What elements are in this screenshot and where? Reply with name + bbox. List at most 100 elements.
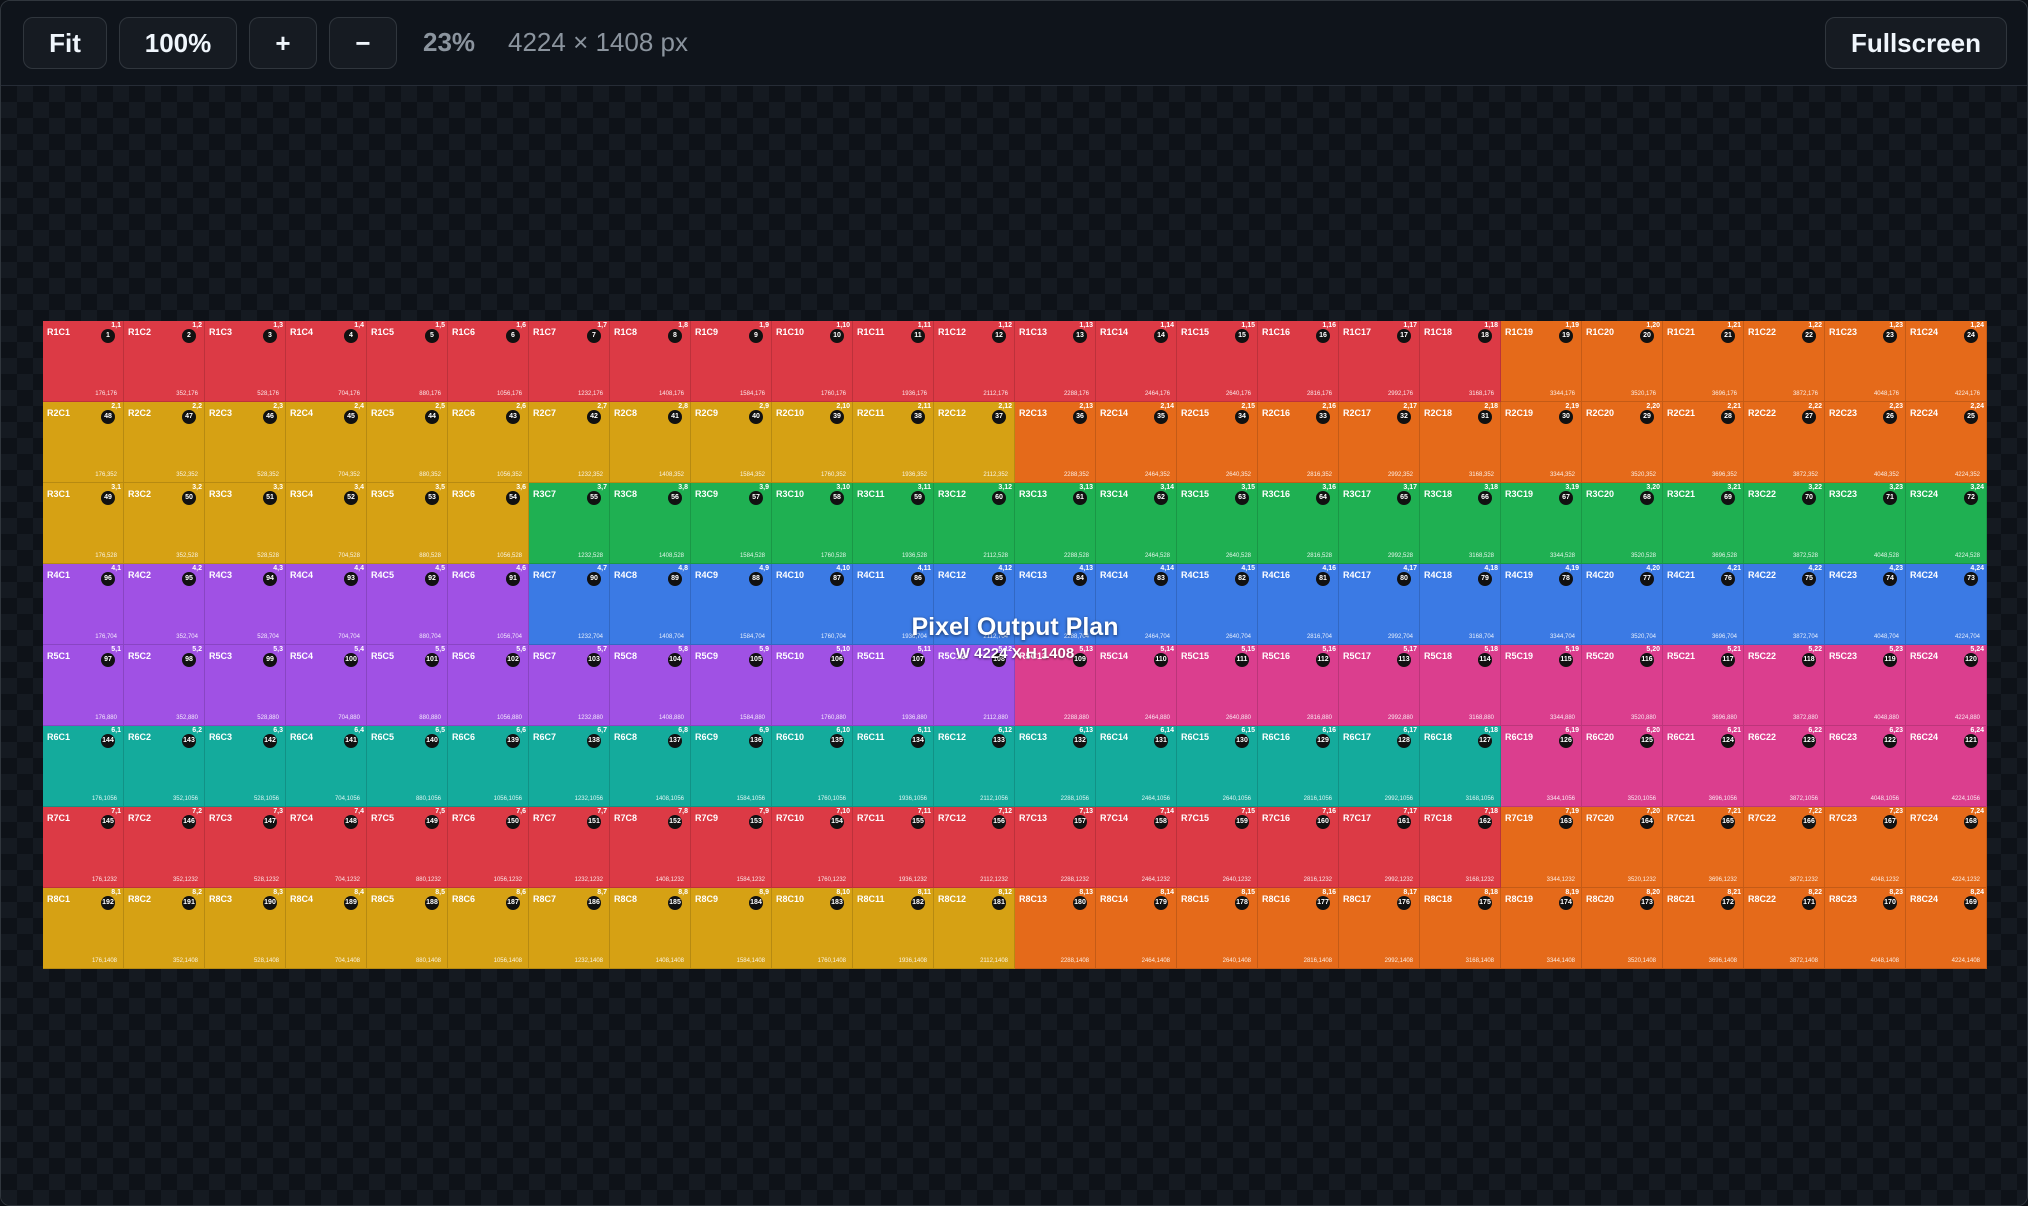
- grid-tile: R3C4 3,4 52 704,528: [286, 483, 367, 564]
- grid-tile: R2C14 2,14 35 2464,352: [1096, 402, 1177, 483]
- tile-index: 7,3: [273, 808, 283, 815]
- fullscreen-button[interactable]: Fullscreen: [1825, 17, 2007, 69]
- tile-id: R7C7: [533, 813, 557, 823]
- grid-tile: R6C14 6,14 131 2464,1056: [1096, 726, 1177, 807]
- tile-coordinate: 3344,1232: [1546, 877, 1575, 883]
- grid-tile: R3C23 3,23 71 4048,528: [1825, 483, 1906, 564]
- tile-coordinate: 3696,528: [1711, 553, 1737, 559]
- tile-id: R4C7: [533, 570, 557, 580]
- tile-order-badge: 154: [830, 815, 844, 829]
- tile-coordinate: 3696,880: [1711, 715, 1737, 721]
- tile-id: R8C24: [1910, 894, 1939, 904]
- tile-id: R2C19: [1505, 408, 1534, 418]
- tile-order-badge: 53: [425, 491, 439, 505]
- tile-id: R2C14: [1100, 408, 1129, 418]
- tile-index: 2,8: [678, 403, 688, 410]
- tile-id: R7C21: [1667, 813, 1696, 823]
- grid-tile: R3C9 3,9 57 1584,528: [691, 483, 772, 564]
- tile-coordinate: 3168,880: [1468, 715, 1494, 721]
- grid-tile: R8C4 8,4 189 704,1408: [286, 888, 367, 969]
- tile-order-badge: 22: [1802, 329, 1816, 343]
- grid-tile: R2C10 2,10 39 1760,352: [772, 402, 853, 483]
- tile-coordinate: 4048,528: [1873, 553, 1899, 559]
- actual-size-button[interactable]: 100%: [119, 17, 237, 69]
- tile-id: R2C12: [938, 408, 967, 418]
- tile-id: R7C1: [47, 813, 71, 823]
- tile-order-badge: 56: [668, 491, 682, 505]
- tile-id: R3C7: [533, 489, 557, 499]
- tile-order-badge: 24: [1964, 329, 1978, 343]
- tile-index: 2,4: [354, 403, 364, 410]
- grid-tile: R1C16 1,16 16 2816,176: [1258, 321, 1339, 402]
- tile-id: R4C4: [290, 570, 314, 580]
- grid-tile: R8C22 8,22 171 3872,1408: [1744, 888, 1825, 969]
- toolbar: Fit 100% + − 23% 4224 × 1408 px Fullscre…: [1, 1, 2027, 86]
- zoom-in-button[interactable]: +: [249, 17, 317, 69]
- grid-tile: R2C21 2,21 28 3696,352: [1663, 402, 1744, 483]
- tile-coordinate: 2816,528: [1306, 553, 1332, 559]
- tile-coordinate: 2288,528: [1063, 553, 1089, 559]
- grid-tile: R1C5 1,5 5 880,176: [367, 321, 448, 402]
- tile-order-badge: 66: [1478, 491, 1492, 505]
- tile-order-badge: 72: [1964, 491, 1978, 505]
- tile-coordinate: 1056,352: [496, 472, 522, 478]
- tile-coordinate: 1760,1056: [817, 796, 846, 802]
- tile-coordinate: 3168,352: [1468, 472, 1494, 478]
- tile-id: R4C17: [1343, 570, 1372, 580]
- grid-tile: R6C20 6,20 125 3520,1056: [1582, 726, 1663, 807]
- tile-coordinate: 1584,1056: [736, 796, 765, 802]
- tile-order-badge: 152: [668, 815, 682, 829]
- tile-coordinate: 1408,880: [658, 715, 684, 721]
- tile-coordinate: 4224,528: [1954, 553, 1980, 559]
- grid-tile: R8C2 8,2 191 352,1408: [124, 888, 205, 969]
- fit-button[interactable]: Fit: [23, 17, 107, 69]
- tile-order-badge: 183: [830, 896, 844, 910]
- tile-coordinate: 2816,1232: [1303, 877, 1332, 883]
- tile-id: R1C9: [695, 327, 719, 337]
- tile-order-badge: 157: [1073, 815, 1087, 829]
- grid-tile: R6C11 6,11 134 1936,1056: [853, 726, 934, 807]
- tile-coordinate: 880,1232: [415, 877, 441, 883]
- grid-tile: R1C21 1,21 21 3696,176: [1663, 321, 1744, 402]
- tile-coordinate: 704,1056: [334, 796, 360, 802]
- tile-index: 4,6: [516, 565, 526, 572]
- tile-order-badge: 4: [344, 329, 358, 343]
- tile-order-badge: 51: [263, 491, 277, 505]
- tile-coordinate: 2112,528: [983, 553, 1008, 559]
- grid-tile: R7C18 7,18 162 3168,1232: [1420, 807, 1501, 888]
- tile-order-badge: 73: [1964, 572, 1978, 586]
- tile-coordinate: 1584,352: [739, 472, 765, 478]
- tile-coordinate: 176,1056: [91, 796, 117, 802]
- tile-order-badge: 130: [1235, 734, 1249, 748]
- tile-index: 1,3: [273, 322, 283, 329]
- tile-order-badge: 67: [1559, 491, 1573, 505]
- tile-coordinate: 880,1408: [415, 958, 441, 964]
- tile-coordinate: 2288,1232: [1060, 877, 1089, 883]
- tile-coordinate: 2112,176: [983, 391, 1008, 397]
- grid-tile: R2C3 2,3 46 528,352: [205, 402, 286, 483]
- tile-coordinate: 2640,352: [1225, 472, 1251, 478]
- image-viewport[interactable]: R1C1 1,1 1 176,176 R1C2 1,2 2 352,176 R1C3 1,3 3 52…: [1, 86, 2027, 1205]
- tile-coordinate: 2464,352: [1144, 472, 1170, 478]
- zoom-out-button[interactable]: −: [329, 17, 397, 69]
- tile-order-badge: 138: [587, 734, 601, 748]
- grid-tile: R1C6 1,6 6 1056,176: [448, 321, 529, 402]
- grid-tile: R2C24 2,24 25 4224,352: [1906, 402, 1987, 483]
- tile-index: 6,5: [435, 727, 445, 734]
- grid-tile: R1C23 1,23 23 4048,176: [1825, 321, 1906, 402]
- tile-order-badge: 132: [1073, 734, 1087, 748]
- tile-order-badge: 167: [1883, 815, 1897, 829]
- tile-order-badge: 82: [1235, 572, 1249, 586]
- tile-index: 1,8: [678, 322, 688, 329]
- grid-tile: R8C14 8,14 179 2464,1408: [1096, 888, 1177, 969]
- tile-id: R2C15: [1181, 408, 1210, 418]
- grid-tile: R7C5 7,5 149 880,1232: [367, 807, 448, 888]
- tile-order-badge: 90: [587, 572, 601, 586]
- tile-index: 2,7: [597, 403, 607, 410]
- tile-coordinate: 528,352: [257, 472, 279, 478]
- tile-coordinate: 528,1408: [253, 958, 279, 964]
- tile-order-badge: 156: [992, 815, 1006, 829]
- tile-coordinate: 704,528: [338, 553, 360, 559]
- tile-coordinate: 3520,352: [1630, 472, 1656, 478]
- tile-id: R2C9: [695, 408, 719, 418]
